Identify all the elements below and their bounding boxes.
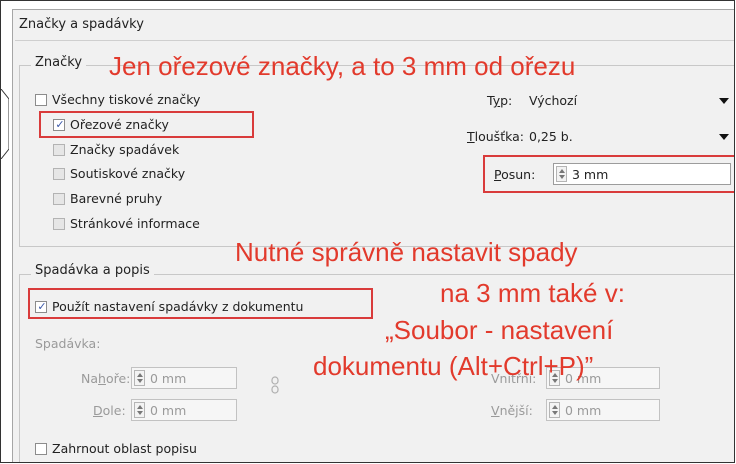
top-label: Nahoře: <box>81 371 131 386</box>
stepper-down-icon[interactable] <box>137 379 143 383</box>
all-printer-marks-checkbox[interactable]: Všechny tiskové značky <box>35 92 200 108</box>
checkbox-label: Stránkové informace <box>70 216 200 231</box>
checkbox-box[interactable] <box>35 94 47 106</box>
outside-stepper[interactable] <box>549 402 560 418</box>
bottom-field[interactable]: 0 mm <box>131 399 237 421</box>
title-divider <box>15 40 734 41</box>
checkbox-box[interactable] <box>35 443 47 455</box>
bottom-value: 0 mm <box>150 403 187 418</box>
stepper-up-icon[interactable] <box>137 405 143 409</box>
checkbox-label: Všechny tiskové značky <box>52 92 201 107</box>
checkbox-box[interactable] <box>53 144 65 156</box>
outside-field[interactable]: 0 mm <box>546 399 660 421</box>
type-label: Typ: <box>487 93 513 108</box>
weight-select-value: 0,25 b. <box>529 129 573 144</box>
stepper-up-icon[interactable] <box>552 405 558 409</box>
bleed-note-line-3: „Soubor - nastavení <box>385 315 614 345</box>
include-slug-checkbox[interactable]: Zahrnout oblast popisu <box>35 441 197 457</box>
bleed-note-line-1: Nutné správně nastavit spady <box>235 237 578 267</box>
checkbox-box[interactable] <box>53 168 65 180</box>
offset-highlight <box>483 155 734 193</box>
chevron-down-icon[interactable] <box>719 134 729 140</box>
type-select-value: Výchozí <box>529 93 578 108</box>
bleed-group-label: Spadávka a popis <box>31 263 154 278</box>
crop-marks-note: Jen ořezové značky, a to 3 mm od ořezu <box>109 51 576 81</box>
weight-label: Tloušťka: <box>467 129 524 144</box>
top-value: 0 mm <box>150 371 187 386</box>
bottom-stepper[interactable] <box>134 402 145 418</box>
bleed-note-line-4: dokumentu (Alt+Ctrl+P)” <box>313 351 594 381</box>
color-bars-checkbox[interactable]: Barevné pruhy <box>53 191 162 207</box>
outside-label: Vnější: <box>491 403 533 418</box>
weight-select[interactable]: 0,25 b. <box>529 127 731 147</box>
stepper-down-icon[interactable] <box>137 411 143 415</box>
top-field[interactable]: 0 mm <box>131 367 237 389</box>
registration-marks-checkbox[interactable]: Soutiskové značky <box>53 166 185 182</box>
bleed-label: Spadávka: <box>35 336 101 351</box>
type-select[interactable]: Výchozí <box>529 91 731 111</box>
screenshot-frame: Značky a spadávky Značky Všechny tiskové… <box>0 0 735 463</box>
use-document-bleed-highlight <box>28 288 373 319</box>
checkbox-box[interactable] <box>53 193 65 205</box>
bleed-marks-checkbox[interactable]: Značky spadávek <box>53 142 179 158</box>
link-icon[interactable] <box>270 376 280 394</box>
marks-group-label: Značky <box>31 55 87 70</box>
panel-title: Značky a spadávky <box>19 17 144 32</box>
checkbox-label: Soutiskové značky <box>70 166 186 181</box>
checkbox-box[interactable] <box>53 218 65 230</box>
checkbox-label: Značky spadávek <box>70 142 180 157</box>
checkbox-label: Barevné pruhy <box>70 191 163 206</box>
stepper-down-icon[interactable] <box>552 411 558 415</box>
top-stepper[interactable] <box>134 370 145 386</box>
bottom-label: Dole: <box>93 403 126 418</box>
stepper-up-icon[interactable] <box>137 373 143 377</box>
page-information-checkbox[interactable]: Stránkové informace <box>53 216 200 232</box>
folded-corner-decoration <box>1 89 9 159</box>
crop-marks-highlight <box>39 111 254 138</box>
bleed-note-line-2: na 3 mm také v: <box>440 278 625 308</box>
checkbox-label: Zahrnout oblast popisu <box>52 441 197 456</box>
outside-value: 0 mm <box>565 403 602 418</box>
chevron-down-icon[interactable] <box>719 98 729 104</box>
